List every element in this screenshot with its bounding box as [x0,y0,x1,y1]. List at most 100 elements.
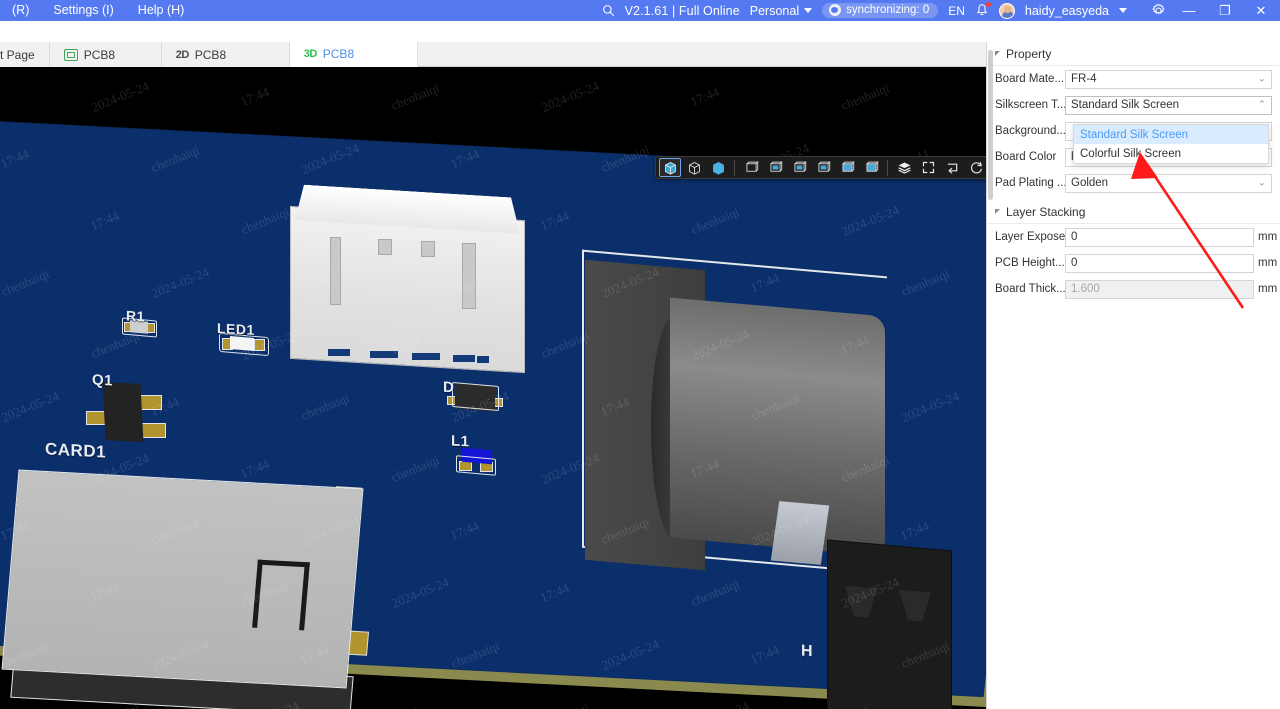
pcb-height-input[interactable]: 0 [1065,253,1254,273]
account-type-dropdown[interactable]: Personal [750,4,813,18]
silk-label-h: H [801,642,814,661]
view-wireframe-button[interactable] [683,158,705,177]
layer-expose-input[interactable]: 0 [1065,227,1254,247]
pcb-icon [63,48,78,61]
silk-label-q1: Q1 [92,371,114,390]
maximize-button[interactable]: ❐ [1212,3,1238,19]
layer-stacking-title: Layer Stacking [1006,204,1086,219]
component-l1-led [454,447,502,477]
pad-plating-value: Golden [1071,177,1109,189]
silk-label-d: D [443,378,455,397]
d-outline [452,381,499,412]
property-section-header[interactable]: Property [987,42,1280,66]
row-pad-plating: Pad Plating ... Golden ⌄ [987,170,1280,196]
silkscreen-type-dropdown-menu: Standard Silk Screen Colorful Silk Scree… [1073,124,1269,164]
layer-expose-value: 0 [1071,231,1078,243]
view-solid-selected-button[interactable] [659,158,681,177]
search-icon[interactable] [602,4,615,17]
three-d-icon: 3D [303,48,318,60]
component-large-cylinder [582,249,890,575]
connector-pin-1 [330,237,341,305]
tab-start-page[interactable]: t Page [0,42,50,67]
silk-label-led1: LED1 [217,320,255,338]
board-color-label: Board Color [995,151,1057,163]
toolbar-separator-2 [887,159,888,176]
chevron-down-icon: ⌄ [1257,177,1266,189]
menu-group: (R) Settings (I) Help (H) [0,0,196,21]
watermark-text: 17:44 [238,84,272,110]
silkscreen-type-value: Standard Silk Screen [1071,99,1180,111]
gear-icon[interactable] [1151,3,1166,18]
user-chevron-down-icon[interactable] [1119,8,1127,13]
dropdown-option-standard-silk-screen[interactable]: Standard Silk Screen [1074,125,1268,144]
pcb-height-unit: mm [1258,257,1278,269]
watermark-text: 2024-05-24 [89,78,152,115]
view-left-button[interactable] [788,158,810,177]
sync-icon [829,4,842,16]
flip-icon[interactable] [941,158,963,177]
panel-scrollbar-thumb[interactable] [988,50,993,200]
watermark-text: chenhaiqi [388,80,442,113]
layer-stacking-section-header[interactable]: Layer Stacking [987,200,1280,224]
view-back-button[interactable] [764,158,786,177]
viewport-toolbar [655,156,986,179]
board-material-select[interactable]: FR-4 ⌄ [1065,69,1272,89]
chevron-down-icon: ⌄ [1257,73,1266,85]
component-q1-transistor [86,379,166,447]
reset-rotation-icon[interactable] [965,158,986,177]
view-bottom-button[interactable] [860,158,882,177]
pcb-height-value: 0 [1071,257,1078,269]
menu-item-settings[interactable]: Settings (I) [41,0,125,21]
layers-icon[interactable] [893,158,915,177]
tab-pcb8-schematic[interactable]: PCB8 [49,42,162,67]
component-connector-white [290,191,525,374]
tab-pcb8-label: PCB8 [83,47,116,62]
pcb-height-label: PCB Height... [995,257,1065,269]
black-connector-body [827,539,952,709]
avatar[interactable] [998,2,1015,19]
menu-item-r[interactable]: (R) [0,0,41,21]
connector-pin-4 [462,243,476,309]
board-thickness-unit: mm [1258,283,1278,295]
silkscreen-type-select[interactable]: Standard Silk Screen ⌃ [1065,95,1272,115]
background-label: Background... [995,125,1065,137]
tab-3d-pcb8[interactable]: 3D PCB8 [289,42,418,67]
component-led1 [218,332,270,357]
connector-slot-1 [328,349,350,356]
connector-slot-3 [412,353,440,360]
board-material-label: Board Mate... [995,73,1065,85]
close-button[interactable]: ✕ [1248,3,1274,19]
notifications-bell-icon[interactable] [975,2,991,18]
chevron-down-icon [804,8,813,13]
view-right-button[interactable] [812,158,834,177]
silk-label-r1: R1 [126,307,145,325]
connector-pin-2 [378,239,392,255]
row-board-thickness: Board Thick... 1.600 mm [987,276,1280,302]
notification-badge [985,2,991,7]
pcb-3d-viewport[interactable]: R1 LED1 Q1 D L1 CARD1 H 2024-05-24 17:44 c… [0,67,986,709]
silkscreen-type-label: Silkscreen T... [995,99,1065,111]
view-front-button[interactable] [740,158,762,177]
view-shaded-button[interactable] [707,158,729,177]
sync-status-badge[interactable]: synchronizing: 0 [822,3,939,18]
tab-2d-label: PCB8 [194,47,227,62]
layer-expose-unit: mm [1258,231,1278,243]
large-component-lead [770,501,830,565]
language-selector[interactable]: EN [948,4,965,18]
connector-pin-3 [421,241,435,257]
minimize-button[interactable]: — [1176,3,1202,18]
fullscreen-icon[interactable] [917,158,939,177]
l1-outline [456,455,496,476]
view-top-button[interactable] [836,158,858,177]
row-silkscreen-type: Silkscreen T... Standard Silk Screen ⌃ [987,92,1280,118]
component-d-diode [447,381,507,420]
pad-plating-select[interactable]: Golden ⌄ [1065,173,1272,193]
username-label[interactable]: haidy_easyeda [1025,4,1109,18]
top-menu-bar: (R) Settings (I) Help (H) V2.1.61 | Full… [0,0,1280,21]
board-thickness-input: 1.600 [1065,279,1254,299]
watermark-text: chenhaiqi [838,80,892,113]
dropdown-option-colorful-silk-screen[interactable]: Colorful Silk Screen [1074,144,1268,163]
tab-3d-label: PCB8 [322,47,355,61]
menu-item-help[interactable]: Help (H) [126,0,197,21]
tab-2d-pcb8[interactable]: 2D PCB8 [161,42,290,67]
